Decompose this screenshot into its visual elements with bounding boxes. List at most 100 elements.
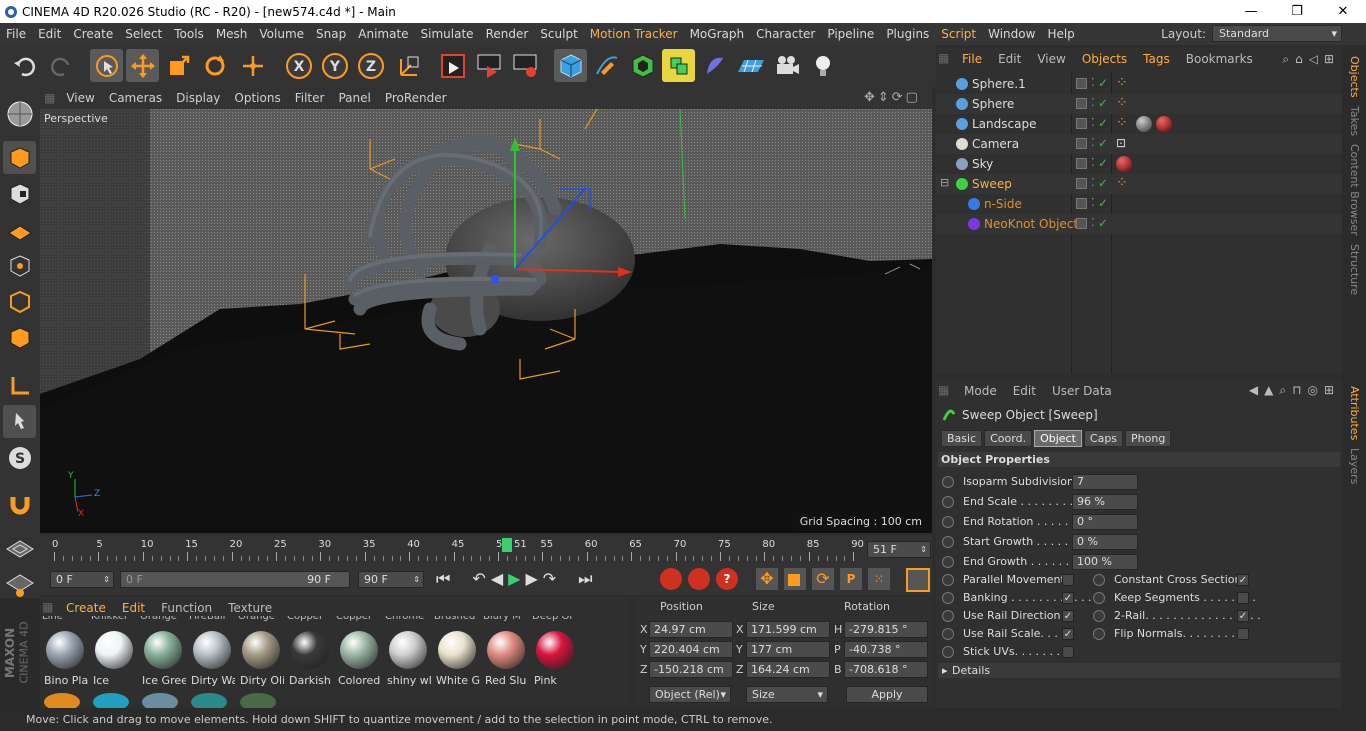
start-frame-field[interactable]: 0 F ⇕ — [50, 571, 114, 588]
up-arrow-icon[interactable]: ▲ — [1264, 383, 1273, 398]
layout-dropdown[interactable]: Standard ▾ — [1212, 25, 1342, 42]
attr-checkbox[interactable]: ✓ — [1237, 574, 1249, 586]
enabled-check-icon[interactable]: ✓ — [1098, 96, 1108, 110]
minimize-icon[interactable]: — — [1228, 0, 1274, 23]
record-keys-icon[interactable] — [660, 568, 682, 590]
menu-snap[interactable]: Snap — [310, 27, 352, 41]
y-axis-lock-icon[interactable]: Y — [318, 49, 351, 82]
material-swatch[interactable]: Dirty Oli — [238, 627, 284, 691]
attr-tab-object[interactable]: Object — [1034, 430, 1082, 447]
attr-field-value[interactable]: 0 ° — [1072, 514, 1138, 530]
object-name[interactable]: Sphere — [972, 97, 1014, 111]
home-icon[interactable]: ⌂ — [1295, 52, 1303, 67]
phong-tag-icon[interactable]: ⁘ — [1116, 175, 1128, 191]
object-row-neoknot-object[interactable]: NeoKnot Object ⁚ ✓ — [936, 214, 1342, 234]
edges-mode-icon[interactable] — [3, 285, 36, 318]
enabled-check-icon[interactable]: ✓ — [1098, 156, 1108, 170]
layer-icon[interactable] — [1076, 218, 1087, 229]
cloner-icon[interactable] — [662, 49, 695, 82]
target-icon[interactable]: ◎ — [1307, 383, 1317, 398]
key-scale-icon[interactable] — [784, 568, 806, 590]
rotation-p-field[interactable]: -40.738 ° — [844, 641, 928, 658]
undo-icon[interactable] — [8, 49, 41, 82]
viewport-menu-cameras[interactable]: Cameras — [102, 91, 169, 105]
timeline-playhead[interactable] — [502, 538, 512, 552]
menu-help[interactable]: Help — [1041, 27, 1080, 41]
move-tool-icon[interactable] — [126, 49, 159, 82]
attr-field-value[interactable]: 96 % — [1072, 494, 1138, 510]
attr-checkbox[interactable]: ✓ — [1237, 610, 1249, 622]
end-frame-field[interactable]: 90 F ⇕ — [358, 571, 424, 588]
goto-start-icon[interactable]: ⏮ — [436, 569, 450, 589]
render-picture-viewer-icon[interactable] — [472, 49, 505, 82]
object-menu-bookmarks[interactable]: Bookmarks — [1178, 52, 1261, 66]
menu-script[interactable]: Script — [935, 27, 982, 41]
material-menu-create[interactable]: Create — [58, 601, 114, 615]
object-name[interactable]: Sky — [972, 157, 993, 171]
material-swatch[interactable]: Ice Gree — [140, 627, 186, 691]
material-menu-edit[interactable]: Edit — [114, 601, 153, 615]
redo-icon[interactable] — [44, 49, 77, 82]
object-row-sweep[interactable]: ⊟ Sweep ⁚ ✓ ⁘ — [936, 174, 1342, 194]
viewport-menu-view[interactable]: View — [59, 91, 101, 105]
tweak-mode-icon[interactable] — [3, 405, 36, 438]
layer-icon[interactable] — [1076, 178, 1087, 189]
light-icon[interactable] — [806, 49, 839, 82]
menu-character[interactable]: Character — [750, 27, 821, 41]
deformer-icon[interactable] — [698, 49, 731, 82]
attr-radio[interactable] — [942, 536, 954, 548]
coordinate-system-icon[interactable] — [392, 49, 425, 82]
menu-animate[interactable]: Animate — [352, 27, 414, 41]
workplane-lock-icon[interactable] — [3, 531, 36, 564]
side-tab-attributes[interactable]: Attributes — [1348, 386, 1361, 440]
object-row-n-side[interactable]: n-Side ⁚ ✓ — [936, 194, 1342, 214]
attr-radio[interactable] — [942, 496, 954, 508]
object-menu-objects[interactable]: Objects — [1074, 52, 1135, 66]
attr-field-value[interactable]: 7 — [1072, 474, 1138, 490]
workplane-align-icon[interactable] — [3, 567, 36, 600]
rotate-tool-icon[interactable] — [198, 49, 231, 82]
timeline[interactable]: 051015202530354045505560657075808590 51 … — [40, 535, 932, 565]
attr-radio[interactable] — [942, 592, 954, 604]
position-x-field[interactable]: 24.97 cm — [649, 621, 733, 638]
model-mode-icon[interactable] — [3, 141, 36, 174]
camera-icon[interactable] — [770, 49, 803, 82]
material-menu-texture[interactable]: Texture — [220, 601, 280, 615]
material-tag-icon[interactable] — [1156, 116, 1172, 132]
menu-create[interactable]: Create — [67, 27, 119, 41]
pen-spline-icon[interactable] — [590, 49, 623, 82]
attr-radio[interactable] — [942, 628, 954, 640]
new-window-icon[interactable]: ⊞ — [1324, 52, 1334, 67]
side-tab-takes[interactable]: Takes — [1348, 106, 1361, 136]
material-swatch[interactable]: shiny wl — [385, 627, 431, 691]
key-pla-icon[interactable]: ⁙ — [868, 568, 890, 590]
side-tab-layers[interactable]: Layers — [1348, 448, 1361, 484]
attr-tab-basic[interactable]: Basic — [941, 430, 983, 447]
object-row-sky[interactable]: Sky ⁚ ✓ — [936, 154, 1342, 174]
menu-window[interactable]: Window — [982, 27, 1041, 41]
new-window-icon[interactable]: ⊞ — [1324, 383, 1334, 398]
viewport-menu-filter[interactable]: Filter — [288, 91, 332, 105]
material-swatch[interactable]: White G — [434, 627, 480, 691]
subdivision-icon[interactable] — [626, 49, 659, 82]
key-parameter-icon[interactable]: P — [840, 568, 862, 590]
menu-render[interactable]: Render — [480, 27, 535, 41]
prev-frame-icon[interactable]: ◀ — [491, 569, 503, 589]
restore-icon[interactable]: ❐ — [1274, 0, 1320, 23]
make-editable-icon[interactable] — [3, 97, 36, 130]
timeline-window-icon[interactable] — [906, 568, 930, 592]
floor-icon[interactable] — [734, 49, 767, 82]
enabled-check-icon[interactable]: ✓ — [1098, 136, 1108, 150]
play-icon[interactable]: ▶ — [508, 569, 520, 589]
material-swatch[interactable]: Ice — [91, 627, 137, 691]
size-y-field[interactable]: 177 cm — [746, 641, 830, 658]
viewport-menu-display[interactable]: Display — [169, 91, 227, 105]
layer-icon[interactable] — [1076, 158, 1087, 169]
object-name[interactable]: Landscape — [972, 117, 1036, 131]
object-row-camera[interactable]: Camera ⁚ ✓ ⊡ — [936, 134, 1342, 154]
phong-tag-icon[interactable]: ⁘ — [1116, 115, 1128, 131]
enabled-check-icon[interactable]: ✓ — [1098, 76, 1108, 90]
menu-edit[interactable]: Edit — [32, 27, 67, 41]
menu-select[interactable]: Select — [119, 27, 168, 41]
layer-icon[interactable] — [1076, 198, 1087, 209]
